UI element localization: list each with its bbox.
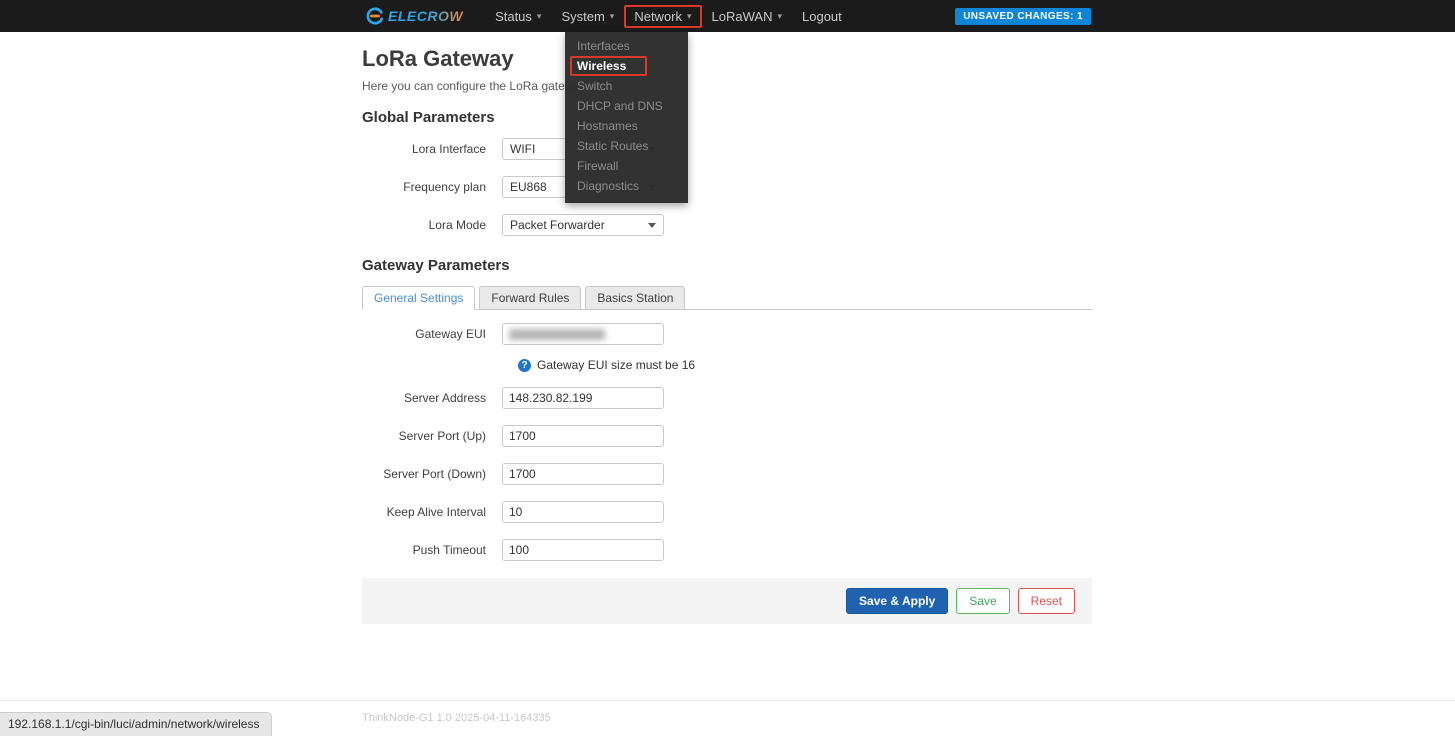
caret-down-icon: ▾ bbox=[687, 12, 692, 21]
gateway-eui-label: Gateway EUI bbox=[362, 327, 502, 341]
lora-interface-label: Lora Interface bbox=[362, 142, 502, 156]
caret-down-icon: ▾ bbox=[610, 12, 615, 21]
footer-divider bbox=[0, 700, 1455, 701]
wireless-highlight-box: Wireless bbox=[570, 56, 647, 76]
lora-mode-select[interactable]: Packet Forwarder bbox=[502, 214, 664, 236]
keep-alive-interval-input[interactable] bbox=[502, 501, 664, 523]
server-port-down-row: Server Port (Down) bbox=[362, 463, 1092, 485]
menu-item-hostnames[interactable]: Hostnames bbox=[565, 116, 688, 136]
nav-item-status[interactable]: Status ▾ bbox=[485, 5, 551, 28]
tab-forward-rules[interactable]: Forward Rules bbox=[479, 286, 581, 310]
push-timeout-input[interactable] bbox=[502, 539, 664, 561]
nav-item-label: Network bbox=[634, 9, 682, 24]
chevron-down-icon bbox=[648, 223, 656, 228]
gateway-tabs: General Settings Forward Rules Basics St… bbox=[362, 286, 1092, 310]
gateway-eui-hint-text: Gateway EUI size must be 16 bbox=[537, 358, 695, 372]
frequency-plan-row: Frequency plan EU868 bbox=[362, 176, 1092, 198]
save-button[interactable]: Save bbox=[956, 588, 1009, 614]
elecrow-logo-text: ELECROW bbox=[388, 8, 463, 24]
caret-down-icon: ▾ bbox=[537, 12, 542, 21]
elecrow-logo[interactable]: ELECROW bbox=[366, 7, 463, 25]
server-port-down-label: Server Port (Down) bbox=[362, 467, 502, 481]
lora-interface-row: Lora Interface WIFI bbox=[362, 138, 1092, 160]
page-subtitle: Here you can configure the LoRa gateway bbox=[362, 79, 1092, 93]
menu-item-switch[interactable]: Switch bbox=[565, 76, 688, 96]
nav-item-label: Logout bbox=[802, 9, 842, 24]
redacted-value bbox=[509, 329, 605, 340]
gateway-eui-row: Gateway EUI bbox=[362, 323, 1092, 345]
gateway-eui-hint-row: ? Gateway EUI size must be 16 bbox=[518, 358, 1092, 372]
nav-item-system[interactable]: System ▾ bbox=[551, 5, 624, 28]
save-apply-button[interactable]: Save & Apply bbox=[846, 588, 948, 614]
menu-item-static-routes[interactable]: Static Routes bbox=[565, 136, 688, 156]
server-address-row: Server Address bbox=[362, 387, 1092, 409]
lora-mode-row: Lora Mode Packet Forwarder bbox=[362, 214, 1092, 236]
server-port-up-label: Server Port (Up) bbox=[362, 429, 502, 443]
gateway-parameters-heading: Gateway Parameters bbox=[362, 257, 1092, 274]
menu-item-wireless[interactable]: Wireless bbox=[565, 56, 688, 76]
keep-alive-interval-row: Keep Alive Interval bbox=[362, 501, 1092, 523]
unsaved-changes-badge[interactable]: UNSAVED CHANGES: 1 bbox=[955, 8, 1091, 25]
select-value: Packet Forwarder bbox=[510, 218, 605, 232]
push-timeout-row: Push Timeout bbox=[362, 539, 1092, 561]
select-value: WIFI bbox=[510, 142, 535, 156]
nav-item-lorawan[interactable]: LoRaWAN ▾ bbox=[702, 5, 792, 28]
push-timeout-label: Push Timeout bbox=[362, 543, 502, 557]
server-port-down-input[interactable] bbox=[502, 463, 664, 485]
keep-alive-interval-label: Keep Alive Interval bbox=[362, 505, 502, 519]
menu-item-firewall[interactable]: Firewall bbox=[565, 156, 688, 176]
network-dropdown-menu: Interfaces Wireless Switch DHCP and DNS … bbox=[565, 32, 688, 203]
caret-down-icon: ▾ bbox=[777, 12, 782, 21]
menu-item-dhcp-dns[interactable]: DHCP and DNS bbox=[565, 96, 688, 116]
server-port-up-row: Server Port (Up) bbox=[362, 425, 1092, 447]
lora-mode-label: Lora Mode bbox=[362, 218, 502, 232]
reset-button[interactable]: Reset bbox=[1018, 588, 1075, 614]
browser-link-preview: 192.168.1.1/cgi-bin/luci/admin/network/w… bbox=[0, 712, 272, 736]
server-port-up-input[interactable] bbox=[502, 425, 664, 447]
nav-item-label: LoRaWAN bbox=[712, 9, 773, 24]
elecrow-logo-icon bbox=[366, 7, 384, 25]
nav-item-label: System bbox=[561, 9, 604, 24]
top-navbar: ELECROW Status ▾ System ▾ Network ▾ LoRa… bbox=[0, 0, 1455, 32]
gateway-eui-input[interactable] bbox=[502, 323, 664, 345]
nav-item-logout[interactable]: Logout bbox=[792, 5, 852, 28]
action-bar: Save & Apply Save Reset bbox=[362, 578, 1092, 624]
select-value: EU868 bbox=[510, 180, 547, 194]
firmware-version-text: ThinkNode-G1 1.0 2025-04-11-164335 bbox=[362, 712, 551, 724]
page: ELECROW Status ▾ System ▾ Network ▾ LoRa… bbox=[0, 0, 1455, 736]
server-address-label: Server Address bbox=[362, 391, 502, 405]
tab-basics-station[interactable]: Basics Station bbox=[585, 286, 685, 310]
tab-general-settings[interactable]: General Settings bbox=[362, 286, 475, 310]
frequency-plan-label: Frequency plan bbox=[362, 180, 502, 194]
page-title: LoRa Gateway bbox=[362, 46, 1092, 72]
help-icon: ? bbox=[518, 359, 531, 372]
nav-item-network[interactable]: Network ▾ bbox=[624, 5, 701, 28]
menu-item-interfaces[interactable]: Interfaces bbox=[565, 36, 688, 56]
menu-item-diagnostics[interactable]: Diagnostics bbox=[565, 176, 688, 196]
server-address-input[interactable] bbox=[502, 387, 664, 409]
global-parameters-heading: Global Parameters bbox=[362, 109, 1092, 126]
main-content: LoRa Gateway Here you can configure the … bbox=[362, 46, 1092, 624]
nav-item-label: Status bbox=[495, 9, 532, 24]
